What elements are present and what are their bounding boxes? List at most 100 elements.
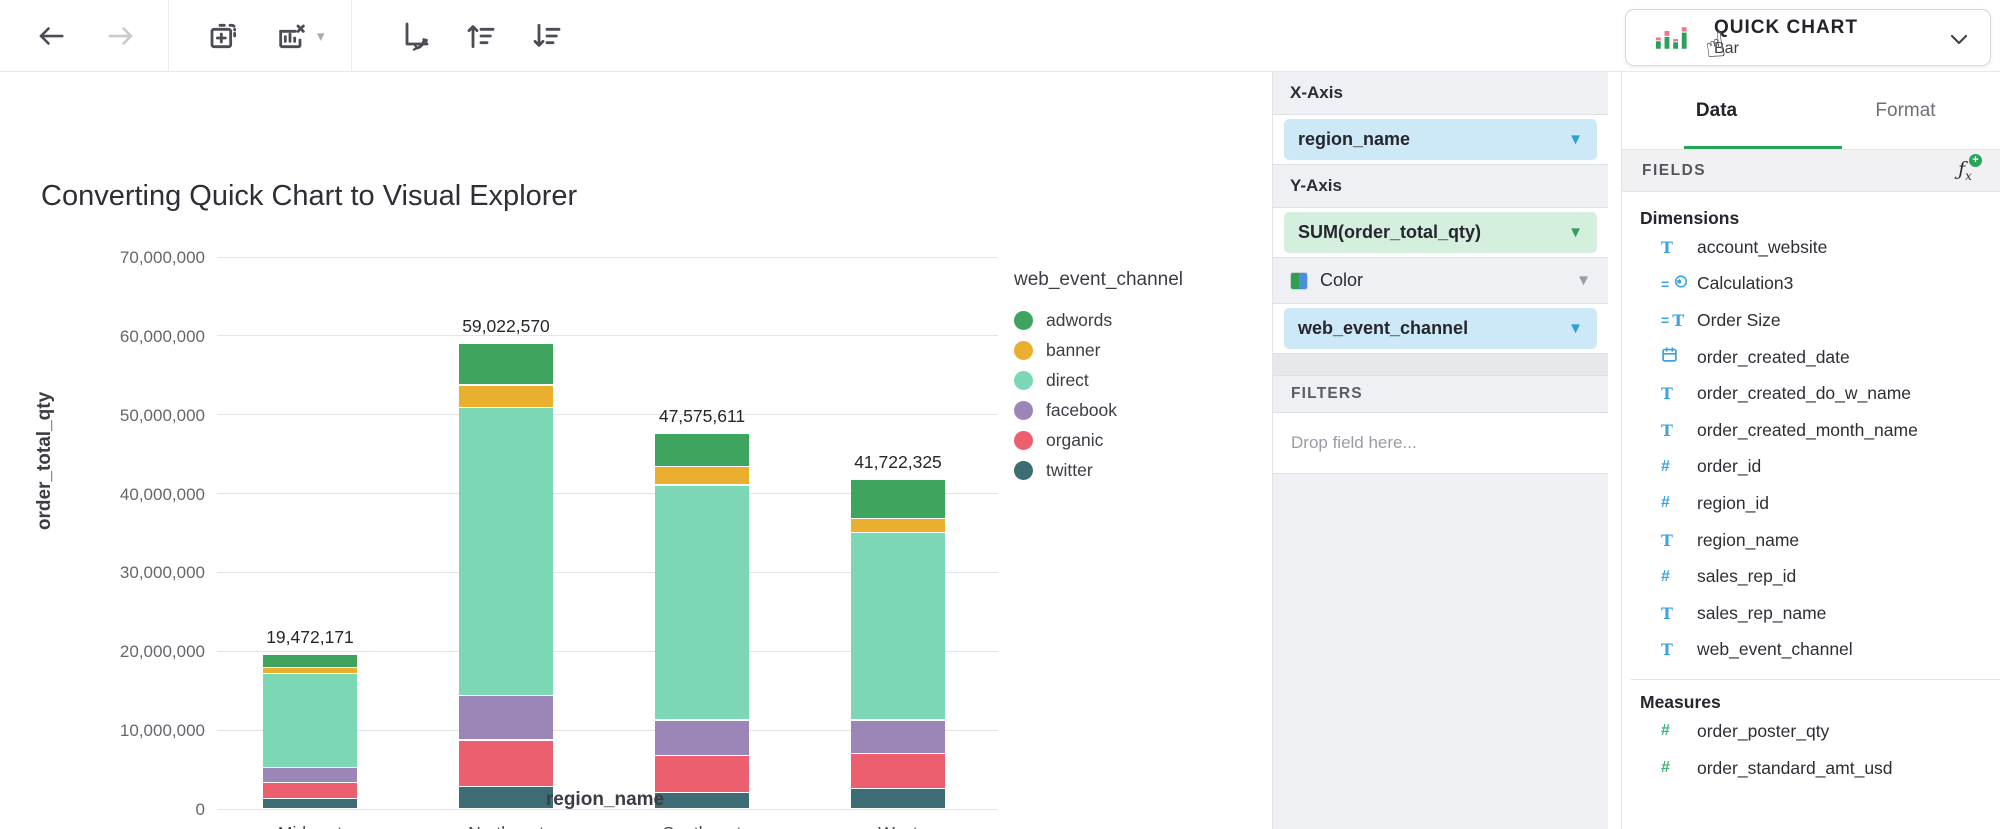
toolbar-divider [168,0,169,72]
forward-icon[interactable] [98,13,144,59]
field-icon-cell: T [1661,604,1697,623]
bar-segment-southeast-banner[interactable] [655,467,749,485]
y-axis-field-label: SUM(order_total_qty) [1298,222,1568,243]
field-icon-cell: T [1661,640,1697,659]
field-row-order-poster-qty[interactable]: # order_poster_qty [1631,713,2000,750]
add-chart-icon[interactable] [201,13,247,59]
color-field-pill[interactable]: web_event_channel ▼ [1284,308,1597,349]
bar-segment-west-organic[interactable] [851,754,945,788]
bar-segment-northeast-twitter[interactable] [459,787,553,808]
bar-segment-northeast-facebook[interactable] [459,696,553,739]
field-row-order-id[interactable]: #order_id [1631,449,2000,486]
bar-segment-midwest-facebook[interactable] [263,768,357,781]
bar-segment-northeast-banner[interactable] [459,386,553,408]
field-row-order-created-do-w-name[interactable]: Torder_created_do_w_name [1631,375,2000,412]
remove-chart-icon[interactable] [269,13,315,59]
bar-segment-midwest-direct[interactable] [263,674,357,767]
legend-items: adwords banner direct facebookorganictwitte… [1014,305,1183,485]
y-axis-title: order_total_qty [34,392,56,530]
number-field-icon: # [1661,458,1670,476]
sort-descending-icon[interactable] [524,13,570,59]
y-axis-tick-label: 40,000,000 [97,485,205,505]
bar-segment-southeast-adwords[interactable] [655,434,749,466]
chevron-down-icon [1950,34,1968,46]
field-label: order_poster_qty [1697,721,1829,742]
swap-axes-icon[interactable] [392,13,438,59]
bar-segment-west-adwords[interactable] [851,480,945,518]
legend-item-direct[interactable]: direct [1014,365,1183,395]
y-axis-shelf-header: Y-Axis [1273,165,1608,208]
field-label: web_event_channel [1697,639,1853,660]
plot-area: 70,000,00060,000,00050,000,00040,000,000… [217,257,998,809]
field-row-region-name[interactable]: Tregion_name [1631,522,2000,559]
bar-segment-northeast-direct[interactable] [459,408,553,695]
legend-item-adwords[interactable]: adwords [1014,305,1183,335]
remove-chart-caret-icon[interactable]: ▾ [317,27,325,45]
legend-item-twitter[interactable]: twitter [1014,455,1183,485]
field-row-region-id[interactable]: #region_id [1631,485,2000,522]
bar-total-label: 59,022,570 [426,316,586,337]
field-row-order-created-date[interactable]: order_created_date [1631,339,2000,376]
x-axis-title: region_name [546,789,664,811]
number-field-icon: # [1661,722,1670,740]
pill-caret-icon[interactable]: ▼ [1568,224,1583,241]
quick-chart-type-button[interactable]: QUICK CHART Bar [1625,9,1991,66]
x-axis-category-label: Midwest [230,823,390,829]
legend-label: adwords [1046,310,1112,331]
legend-label: banner [1046,340,1101,361]
field-row-account-website[interactable]: Taccount_website [1631,229,2000,266]
legend: web_event_channel adwords banner direct fac… [1014,269,1183,485]
bar-segment-midwest-banner[interactable] [263,668,357,673]
bar-segment-midwest-twitter[interactable] [263,799,357,808]
color-shelf-header[interactable]: Color ▼ [1273,258,1608,304]
back-icon[interactable] [28,13,74,59]
color-field-label: web_event_channel [1298,318,1568,339]
bar-segment-west-facebook[interactable] [851,721,945,753]
x-axis-field-pill[interactable]: region_name ▼ [1284,119,1597,160]
field-label: Order Size [1697,310,1781,331]
text-field-icon: T [1661,421,1673,440]
tab-data[interactable]: Data [1622,72,1811,149]
bar-segment-southeast-direct[interactable] [655,486,749,720]
legend-label: direct [1046,370,1089,391]
filters-drop-zone[interactable]: Drop field here... [1273,413,1608,474]
bar-segment-midwest-adwords[interactable] [263,655,357,666]
add-calculation-fx-icon[interactable]: ƒx+ [1950,158,1980,183]
text-field-icon: T [1661,531,1673,550]
color-swatch-icon [1290,272,1308,290]
bar-segment-midwest-organic[interactable] [263,783,357,798]
legend-title: web_event_channel [1014,269,1183,291]
legend-item-banner[interactable]: banner [1014,335,1183,365]
bar-segment-west-direct[interactable] [851,533,945,719]
equals-prefix-icon: = [1661,312,1669,328]
bar-segment-northeast-organic[interactable] [459,741,553,786]
fields-divider [1631,679,2000,680]
bar-segment-southeast-organic[interactable] [655,756,749,792]
toolbar-divider [351,0,352,72]
bar-segment-west-twitter[interactable] [851,789,945,808]
field-row-order-standard-amt-usd[interactable]: #order_standard_amt_usd [1631,750,2000,787]
y-axis-field-pill[interactable]: SUM(order_total_qty) ▼ [1284,212,1597,253]
bar-segment-southeast-facebook[interactable] [655,721,749,755]
y-axis-tick-label: 0 [97,800,205,820]
field-label: order_created_do_w_name [1697,383,1911,404]
color-caret-icon[interactable]: ▼ [1576,272,1591,289]
legend-item-facebook[interactable]: facebook [1014,395,1183,425]
legend-item-organic[interactable]: organic [1014,425,1183,455]
field-row-calculation3[interactable]: =Calculation3 [1631,266,2000,303]
y-axis-tick-label: 10,000,000 [97,721,205,741]
bar-segment-west-banner[interactable] [851,519,945,532]
field-row-sales-rep-name[interactable]: Tsales_rep_name [1631,595,2000,632]
field-row-order-size[interactable]: =TOrder Size [1631,302,2000,339]
bar-segment-southeast-twitter[interactable] [655,793,749,808]
pill-caret-icon[interactable]: ▼ [1568,131,1583,148]
pill-caret-icon[interactable]: ▼ [1568,320,1583,337]
sort-ascending-icon[interactable] [458,13,504,59]
field-row-order-created-month-name[interactable]: Torder_created_month_name [1631,412,2000,449]
field-label: order_standard_amt_usd [1697,758,1893,779]
text-field-icon: T [1661,384,1673,403]
field-row-web-event-channel[interactable]: Tweb_event_channel [1631,632,2000,669]
tab-format[interactable]: Format [1811,72,2000,149]
field-row-sales-rep-id[interactable]: #sales_rep_id [1631,558,2000,595]
bar-segment-northeast-adwords[interactable] [459,344,553,385]
